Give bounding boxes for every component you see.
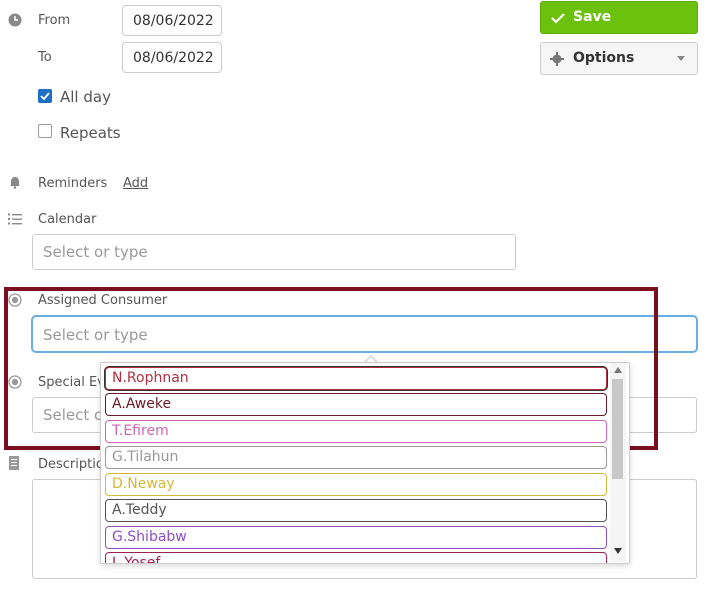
to-label: To <box>38 50 52 65</box>
consumer-dropdown-list[interactable]: N.Rophnan A.Aweke T.Efirem G.Tilahun D.N… <box>100 362 630 564</box>
scroll-down-icon[interactable] <box>614 548 622 554</box>
save-label: Save <box>573 9 612 25</box>
scroll-up-icon[interactable] <box>614 367 622 373</box>
all-day-checkbox[interactable] <box>38 89 52 103</box>
bell-icon <box>10 177 20 189</box>
dropdown-scrollbar[interactable] <box>610 363 626 562</box>
checkmark-icon <box>40 92 50 100</box>
from-label: From <box>38 13 71 28</box>
dropdown-option[interactable]: L.Yosef <box>105 552 607 563</box>
all-day-label: All day <box>60 88 111 106</box>
to-date-input[interactable]: 08/06/2022 <box>122 42 222 73</box>
options-label: Options <box>573 50 635 66</box>
save-button[interactable]: Save <box>540 1 698 34</box>
dropdown-option[interactable]: G.Shibabw <box>105 526 607 549</box>
gear-icon <box>550 52 564 66</box>
clock-icon <box>8 13 22 27</box>
calendar-label: Calendar <box>38 212 97 227</box>
list-icon <box>8 213 22 225</box>
dropdown-option[interactable]: G.Tilahun <box>105 446 607 469</box>
dropdown-option[interactable]: A.Aweke <box>105 393 607 416</box>
options-button[interactable]: Options <box>540 42 698 75</box>
checkmark-icon <box>551 13 565 24</box>
document-icon <box>9 456 19 470</box>
reminders-label: Reminders <box>38 176 108 191</box>
repeats-label: Repeats <box>60 124 121 142</box>
dropdown-option[interactable]: A.Teddy <box>105 499 607 522</box>
calendar-input[interactable]: Select or type <box>32 234 516 270</box>
dropdown-option[interactable]: N.Rophnan <box>105 367 607 390</box>
dropdown-option[interactable]: D.Neway <box>105 473 607 496</box>
chevron-down-icon <box>677 56 685 61</box>
from-date-input[interactable]: 08/06/2022 <box>122 5 222 36</box>
description-label: Descriptio <box>38 457 104 472</box>
scrollbar-thumb[interactable] <box>612 379 623 479</box>
add-reminder-link[interactable]: Add <box>123 176 148 191</box>
dropdown-option[interactable]: T.Efirem <box>105 420 607 443</box>
repeats-checkbox[interactable] <box>38 124 52 138</box>
